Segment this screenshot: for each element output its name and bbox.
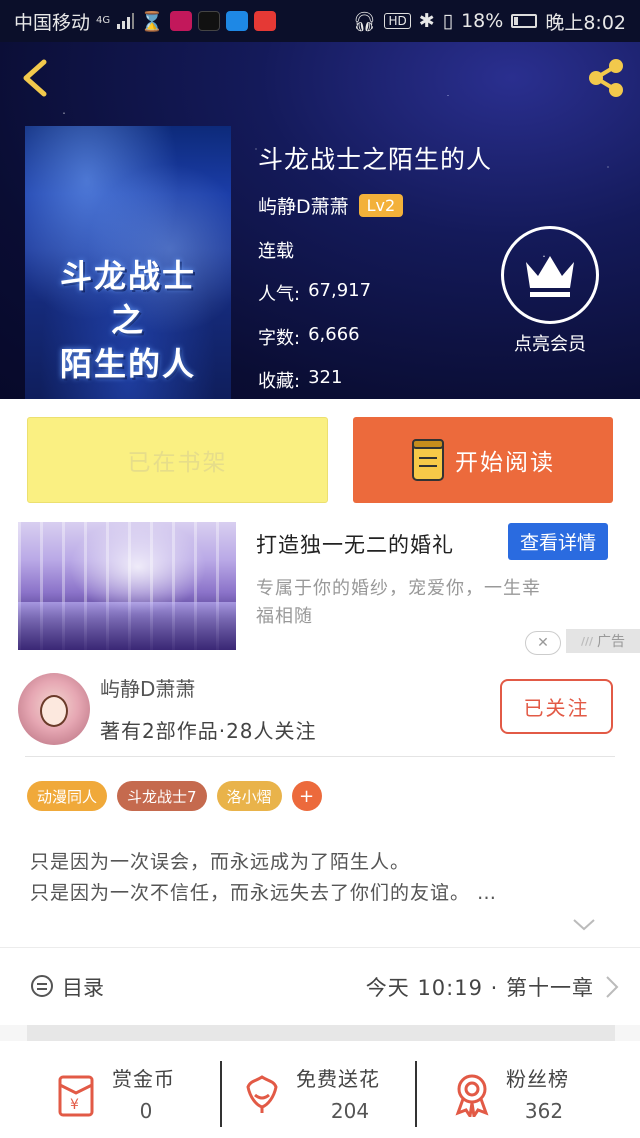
vibrate-icon: ▯ — [442, 10, 454, 32]
author-card-name[interactable]: 屿静D萧萧 — [100, 673, 195, 702]
battery-percent: 18% — [461, 10, 504, 32]
network-type: 4G — [96, 15, 111, 26]
word-count-stat: 字数: 6,666 — [258, 324, 360, 350]
ad-tag-label: 广告 — [597, 634, 626, 650]
flower-label: 免费送花 — [296, 1067, 380, 1091]
author-name[interactable]: 屿静D萧萧 — [258, 192, 349, 219]
author-avatar[interactable] — [18, 673, 90, 745]
collect-stat: 收藏: 321 — [258, 367, 342, 393]
popularity-value: 67,917 — [308, 280, 372, 301]
avatar-face — [40, 695, 68, 727]
latest-chapter: 今天 10:19 · 第十一章 — [365, 976, 594, 1000]
share-button[interactable] — [582, 54, 630, 102]
svg-text:¥: ¥ — [70, 1097, 79, 1113]
book-header: 斗龙战士 之 陌生的人 斗龙战士之陌生的人 屿静D萧萧 Lv2 连载 人气: 6… — [0, 42, 640, 399]
flower-icon — [246, 1075, 278, 1113]
cover-title-art: 斗龙战士 之 陌生的人 — [25, 254, 231, 386]
cover-title-line: 斗龙战士 — [59, 257, 196, 295]
ad-close-button[interactable]: ✕ — [525, 631, 561, 655]
bluetooth-icon: ✱ — [418, 10, 435, 32]
divider — [415, 1061, 417, 1127]
divider — [220, 1061, 222, 1127]
book-description[interactable]: 只是因为一次误会，而永远成为了陌生人。 只是因为一次不信任，而永远失去了你们的友… — [30, 847, 497, 909]
video-app-icon — [169, 11, 192, 31]
clock: 晚上8:02 — [545, 11, 626, 34]
ad-detail-button[interactable]: 查看详情 — [508, 523, 608, 560]
chevron-left-icon — [23, 59, 47, 97]
headphone-icon: 🎧︎ — [352, 10, 377, 33]
level-badge: Lv2 — [358, 194, 404, 217]
vip-button[interactable]: 点亮会员 — [500, 226, 600, 356]
collect-value: 321 — [308, 367, 343, 388]
catalog-label: 目录 — [62, 976, 104, 1000]
collect-label: 收藏: — [258, 371, 301, 392]
serial-status: 连载 — [258, 241, 294, 262]
ad-tag: /// 广告 — [566, 629, 640, 653]
add-tag-button[interactable]: + — [291, 781, 322, 811]
chevron-down-icon — [573, 919, 595, 931]
tags-section: 动漫同人 斗龙战士7 洛小熠 + 只是因为一次误会，而永远成为了陌生人。 只是因… — [0, 757, 640, 947]
author-card: 屿静D萧萧 著有2部作品·28人关注 已关注 — [0, 661, 640, 757]
book-title: 斗龙战士之陌生的人 — [258, 145, 493, 174]
catalog-row[interactable]: 目录 今天 10:19 · 第十一章 — [0, 947, 640, 1025]
video-player-icon — [225, 11, 248, 31]
expand-description-button[interactable] — [572, 917, 596, 936]
ad-logo-icon: /// — [580, 634, 594, 648]
status-bar: 中国移动 4G ⌛ 🎧︎ HD ✱ ▯ 18% 晚上8:02 — [0, 0, 640, 42]
cover-title-line: 之 — [110, 301, 145, 339]
medal-icon — [455, 1074, 489, 1117]
fans-count: 362 — [524, 1099, 564, 1123]
flower-count: 204 — [330, 1099, 370, 1123]
tag-chip[interactable]: 斗龙战士7 — [117, 781, 207, 811]
description-line: 只是因为一次误会，而永远成为了陌生人。 — [30, 851, 411, 873]
signal-icon — [117, 13, 135, 29]
tag-chip[interactable]: 洛小熠 — [216, 781, 282, 811]
word-count-label: 字数: — [258, 328, 301, 349]
shopping-app-icon — [253, 11, 276, 31]
battery-icon — [511, 14, 538, 28]
ad-desc-line: 福相随 — [256, 606, 313, 627]
interaction-bar: ¥ 赏金币 0 免费送花 204 粉丝榜 362 — [0, 1041, 640, 1138]
chevron-right-icon — [606, 976, 619, 998]
ad-desc-line: 专属于你的婚纱，宠爱你，一生幸 — [256, 578, 541, 599]
ad-title[interactable]: 打造独一无二的婚礼 — [256, 529, 454, 559]
cover-title-line: 陌生的人 — [59, 345, 196, 383]
hourglass-icon: ⌛ — [140, 10, 164, 33]
ad-image-floor — [18, 602, 236, 650]
book-cover[interactable]: 斗龙战士 之 陌生的人 — [25, 126, 231, 399]
back-button[interactable] — [16, 56, 56, 100]
on-shelf-button[interactable]: 已在书架 — [27, 417, 328, 503]
action-row: 已在书架 开始阅读 — [0, 399, 640, 521]
tag-chip[interactable]: 动漫同人 — [27, 781, 108, 811]
description-line: 只是因为一次不信任，而永远失去了你们的友谊。 … — [30, 882, 498, 904]
share-icon — [589, 59, 623, 97]
reward-label: 赏金币 — [112, 1067, 175, 1091]
vip-label: 点亮会员 — [514, 334, 586, 355]
book-icon — [412, 439, 444, 481]
start-reading-button[interactable]: 开始阅读 — [353, 417, 613, 503]
catalog-icon — [31, 975, 53, 997]
crown-icon — [526, 256, 574, 297]
hd-icon: HD — [384, 13, 411, 29]
carrier-label: 中国移动 — [14, 11, 91, 34]
popularity-stat: 人气: 67,917 — [258, 280, 371, 306]
ad-image[interactable] — [18, 522, 236, 650]
author-card-meta: 著有2部作品·28人关注 — [100, 719, 317, 743]
tiktok-icon — [197, 11, 220, 31]
section-spacer — [27, 1025, 615, 1041]
start-reading-label: 开始阅读 — [455, 450, 555, 476]
author-row: 屿静D萧萧 Lv2 — [258, 192, 404, 219]
tag-list: 动漫同人 斗龙战士7 洛小熠 + — [27, 781, 322, 811]
vip-circle — [501, 226, 599, 324]
popularity-label: 人气: — [258, 284, 301, 305]
follow-button[interactable]: 已关注 — [500, 679, 613, 734]
word-count-value: 6,666 — [308, 324, 360, 345]
red-envelope-icon: ¥ — [58, 1075, 94, 1117]
ad-banner[interactable]: 打造独一无二的婚礼 查看详情 专属于你的婚纱，宠爱你，一生幸 福相随 ✕ ///… — [0, 521, 640, 661]
reward-count: 0 — [139, 1099, 153, 1123]
ad-description: 专属于你的婚纱，宠爱你，一生幸 福相随 — [256, 575, 616, 631]
fans-label: 粉丝榜 — [506, 1067, 569, 1091]
